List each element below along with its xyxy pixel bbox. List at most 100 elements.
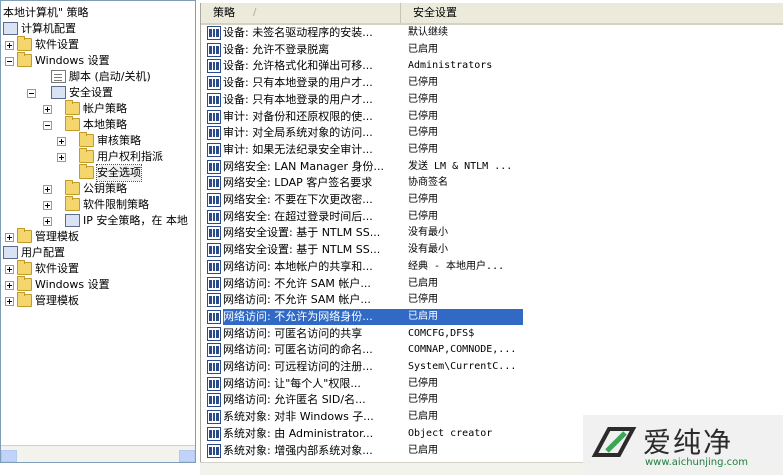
script-icon (51, 70, 66, 83)
policy-icon (207, 42, 221, 57)
tree-node-label: Windows 设置 (35, 278, 110, 291)
policy-name: 网络访问: 不允许 SAM 帐户... (223, 276, 371, 290)
policy-icon (207, 426, 221, 441)
policy-row[interactable]: 审计: 对备份和还原权限的使... 已停用 (201, 109, 783, 125)
tree-node[interactable]: 软件设置 (1, 36, 195, 53)
expand-icon[interactable] (5, 265, 14, 274)
policy-setting: 已停用 (408, 394, 438, 406)
policy-icon (207, 209, 221, 224)
policy-row[interactable]: 网络访问: 允许匿名 SID/名... 已停用 (201, 392, 783, 408)
policy-name: 网络安全: 在超过登录时间后... (223, 209, 373, 223)
policy-icon (207, 259, 221, 274)
policy-row[interactable]: 网络安全: LDAP 客户签名要求 协商签名 (201, 175, 783, 191)
policy-name: 设备: 允许不登录脱离 (223, 42, 330, 56)
expand-icon[interactable] (5, 41, 14, 50)
policy-row[interactable]: 设备: 只有本地登录的用户才... 已停用 (201, 75, 783, 91)
scroll-right-button[interactable] (179, 450, 195, 462)
policy-row[interactable]: 网络安全: LAN Manager 身份... 发送 LM & NTLM ... (201, 159, 783, 175)
tree-horizontal-scrollbar[interactable] (1, 445, 195, 462)
expand-icon[interactable] (43, 217, 52, 226)
policy-name: 系统对象: 增强内部系统对象... (223, 443, 373, 457)
policy-row[interactable]: 设备: 允许不登录脱离 已启用 (201, 42, 783, 58)
expand-icon[interactable] (5, 233, 14, 242)
policy-setting: Object creator (408, 427, 493, 439)
policy-row[interactable]: 网络访问: 不允许为网络身份... 已启用 (201, 308, 783, 325)
policy-row[interactable]: 审计: 对全局系统对象的访问... 已停用 (201, 125, 783, 141)
column-header-policy[interactable]: 策略 / (201, 3, 401, 23)
policy-row[interactable]: 网络访问: 可匿名访问的命名... COMNAP,COMNODE,... (201, 342, 783, 358)
policy-name: 审计: 对备份和还原权限的使... (223, 109, 373, 123)
tree-node-label: 公钥策略 (83, 182, 127, 195)
folder-icon (79, 148, 94, 163)
tree-node[interactable]: 管理模板 (1, 228, 195, 245)
policy-setting: 默认继续 (408, 27, 448, 38)
policy-row[interactable]: 网络访问: 不允许 SAM 帐户... 已停用 (201, 292, 783, 308)
policy-icon (207, 293, 221, 308)
policy-icon (207, 92, 221, 107)
tree-node[interactable]: 软件限制策略 (1, 196, 195, 213)
tree-node[interactable]: 软件设置 (1, 260, 195, 277)
expand-icon[interactable] (57, 137, 66, 146)
policy-icon (207, 142, 221, 157)
policy-setting: 协商签名 (408, 177, 448, 189)
expand-icon[interactable] (5, 297, 14, 306)
column-header-setting[interactable]: 安全设置 (401, 3, 783, 23)
expand-icon[interactable] (43, 185, 52, 194)
tree-node-label: 审核策略 (97, 134, 141, 147)
tree-node[interactable]: 管理模板 (1, 292, 195, 309)
policy-name: 网络访问: 不允许为网络身份... (223, 309, 373, 323)
tree-node-label: 计算机配置 (21, 22, 76, 35)
policy-name: 网络访问: 不允许 SAM 帐户... (223, 293, 371, 307)
tree-node[interactable]: 审核策略 (1, 132, 195, 149)
policy-icon (207, 76, 221, 91)
policy-row[interactable]: 网络访问: 可远程访问的注册... System\CurrentC... (201, 359, 783, 375)
policy-icon (207, 159, 221, 174)
tree-node[interactable]: Windows 设置 (1, 276, 195, 293)
policy-row[interactable]: 网络访问: 不允许 SAM 帐户... 已启用 (201, 276, 783, 292)
policy-row[interactable]: 网络安全设置: 基于 NTLM SS... 没有最小 (201, 225, 783, 241)
tree-node[interactable]: 用户配置 (1, 245, 195, 261)
collapse-icon[interactable] (5, 57, 14, 66)
policy-row[interactable]: 网络访问: 可匿名访问的共享 COMCFG,DFS$ (201, 326, 783, 342)
policy-row[interactable]: 审计: 如果无法纪录安全审计... 已停用 (201, 142, 783, 158)
tree-node[interactable]: 脚本 (启动/关机) (1, 69, 195, 85)
policy-row[interactable]: 网络安全: 不要在下次更改密... 已停用 (201, 192, 783, 208)
policy-name: 网络访问: 本地帐户的共享和... (223, 259, 373, 273)
expand-icon[interactable] (5, 281, 14, 290)
scroll-left-button[interactable] (1, 450, 17, 462)
tree-node[interactable]: IP 安全策略，在 本地 (1, 213, 195, 229)
tree-node[interactable]: Windows 设置 (1, 52, 195, 69)
tree-node-label: 脚本 (启动/关机) (69, 70, 151, 83)
policy-row[interactable]: 网络安全设置: 基于 NTLM SS... 没有最小 (201, 242, 783, 258)
policy-row[interactable]: 设备: 允许格式化和弹出可移... Administrators (201, 58, 783, 74)
expand-icon[interactable] (57, 153, 66, 162)
console-tree[interactable]: 本地计算机" 策略 计算机配置 软件设置 Windows 设置 脚本 (启动/关机) 安全… (0, 0, 196, 463)
policy-row[interactable]: 设备: 只有本地登录的用户才... 已停用 (201, 92, 783, 108)
tree-node[interactable]: 公钥策略 (1, 180, 195, 197)
policy-row[interactable]: 网络访问: 本地帐户的共享和... 经典 - 本地用户... (201, 259, 783, 275)
collapse-icon[interactable] (27, 89, 36, 98)
tree-node[interactable]: 安全选项 (1, 164, 195, 182)
tree-node[interactable]: 安全设置 (1, 85, 195, 101)
policy-name: 网络安全设置: 基于 NTLM SS... (223, 226, 381, 240)
policy-row[interactable]: 网络安全: 在超过登录时间后... 已停用 (201, 209, 783, 225)
policy-icon (207, 109, 221, 124)
expand-icon[interactable] (43, 201, 52, 210)
tree-node[interactable]: 计算机配置 (1, 21, 195, 37)
policy-row[interactable]: 设备: 未签名驱动程序的安装... 默认继续 (201, 25, 783, 41)
collapse-icon[interactable] (43, 121, 52, 130)
policy-name: 设备: 未签名驱动程序的安装... (223, 26, 373, 39)
policy-name: 审计: 对全局系统对象的访问... (223, 126, 373, 140)
tree-node[interactable]: 本地计算机" 策略 (1, 5, 195, 21)
policy-icon (207, 343, 221, 358)
tree-node[interactable]: 帐户策略 (1, 100, 195, 117)
policy-row[interactable]: 网络访问: 让"每个人"权限... 已停用 (201, 376, 783, 392)
tree-node-label: 软件限制策略 (83, 198, 149, 211)
policy-icon (207, 360, 221, 374)
policy-setting: 发送 LM & NTLM ... (408, 160, 513, 172)
tree-node-label: 软件设置 (35, 38, 79, 51)
tree-node[interactable]: 用户权利指派 (1, 148, 195, 165)
policy-list[interactable]: 策略 / 安全设置 设备: 未签名驱动程序的安装... 默认继续设备: 允许不登录… (200, 3, 783, 463)
tree-node[interactable]: 本地策略 (1, 116, 195, 133)
expand-icon[interactable] (43, 105, 52, 114)
